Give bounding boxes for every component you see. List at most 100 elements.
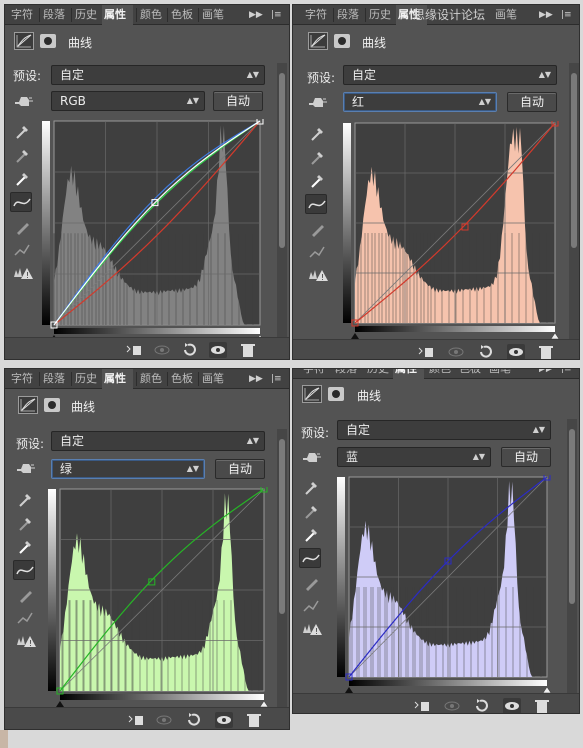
collapse-icon[interactable]: ▶▶ [249, 369, 263, 389]
curves-graph[interactable] [42, 119, 266, 341]
tool-edit-points[interactable] [13, 560, 35, 580]
panel-menu-icon[interactable]: |≡ [561, 5, 572, 25]
tool-gray-point[interactable] [14, 513, 36, 533]
tab-properties[interactable]: 属性 [393, 369, 424, 379]
tab-paragraph[interactable]: 段落 [333, 369, 359, 379]
panel-menu-icon[interactable]: |≡ [271, 5, 282, 25]
tool-pencil[interactable] [306, 219, 328, 239]
tab-paragraph[interactable]: 段落 [335, 5, 361, 25]
tab-swatches[interactable]: 色板 [169, 5, 195, 25]
view-previous-icon[interactable] [447, 344, 465, 360]
view-previous-icon[interactable] [155, 712, 173, 728]
collapse-icon[interactable]: ▶▶ [539, 369, 553, 379]
tab-color[interactable]: 颜色 [138, 369, 164, 389]
panel-menu-icon[interactable]: |≡ [561, 369, 572, 379]
auto-button[interactable]: 自动 [215, 459, 265, 479]
tool-smooth[interactable] [306, 242, 328, 262]
view-previous-icon[interactable] [443, 698, 461, 714]
tool-pencil[interactable] [14, 585, 36, 605]
tab-paragraph[interactable]: 段落 [41, 5, 67, 25]
channel-select[interactable]: 蓝 ▲▼ [337, 447, 491, 467]
tab-brush[interactable]: 画笔 [200, 5, 226, 25]
tab-paragraph[interactable]: 段落 [41, 369, 67, 389]
tab-characters[interactable]: 字符 [9, 5, 35, 25]
on-image-adjust-hand-icon[interactable] [15, 461, 37, 477]
layer-mask-icon[interactable] [44, 398, 60, 412]
channel-select[interactable]: 红 ▲▼ [343, 92, 497, 112]
clip-to-layer-icon[interactable] [417, 344, 435, 360]
tab-color[interactable]: 颜色 [427, 369, 453, 379]
curves-graph[interactable] [343, 121, 561, 339]
preset-select[interactable]: 自定 ▲▼ [337, 420, 551, 440]
tab-characters[interactable]: 字符 [9, 369, 35, 389]
tool-pencil[interactable] [11, 217, 33, 237]
preset-select[interactable]: 自定 ▲▼ [51, 431, 265, 451]
tool-clipping-warning[interactable]: ! [14, 632, 36, 652]
tab-characters[interactable]: 字符 [303, 5, 329, 25]
delete-icon[interactable] [245, 712, 263, 728]
panel-scrollbar[interactable] [277, 63, 287, 341]
clip-to-layer-icon[interactable] [127, 712, 145, 728]
tool-edit-points[interactable] [10, 192, 32, 212]
scrollbar-thumb[interactable] [279, 73, 285, 248]
tool-gray-point[interactable] [11, 145, 33, 165]
tool-black-point[interactable] [14, 489, 36, 509]
reset-icon[interactable] [473, 698, 491, 714]
tool-black-point[interactable] [300, 477, 322, 497]
channel-select[interactable]: 绿 ▲▼ [51, 459, 205, 479]
clip-to-layer-icon[interactable] [413, 698, 431, 714]
auto-button[interactable]: 自动 [501, 447, 551, 467]
layer-mask-icon[interactable] [328, 387, 344, 401]
on-image-adjust-hand-icon[interactable] [301, 450, 323, 466]
on-image-adjust-hand-icon[interactable] [13, 94, 35, 110]
tool-smooth[interactable] [14, 608, 36, 628]
tool-gray-point[interactable] [306, 147, 328, 167]
tool-black-point[interactable] [11, 121, 33, 141]
tab-brush[interactable]: 画笔 [493, 5, 519, 25]
delete-icon[interactable] [537, 344, 555, 360]
tool-smooth[interactable] [11, 240, 33, 260]
view-previous-icon[interactable] [153, 342, 171, 358]
auto-button[interactable]: 自动 [507, 92, 557, 112]
tool-white-point[interactable] [300, 524, 322, 544]
tab-swatches[interactable]: 色板 [169, 369, 195, 389]
curves-graph[interactable] [337, 475, 553, 693]
reset-icon[interactable] [185, 712, 203, 728]
panel-scrollbar[interactable] [567, 419, 577, 693]
tab-brush[interactable]: 画笔 [200, 369, 226, 389]
visibility-icon[interactable] [507, 344, 525, 360]
tab-color[interactable]: 颜色 [138, 5, 164, 25]
visibility-icon[interactable] [503, 698, 521, 714]
tool-edit-points[interactable] [299, 548, 321, 568]
layer-mask-icon[interactable] [40, 34, 56, 48]
delete-icon[interactable] [239, 342, 257, 358]
scrollbar-thumb[interactable] [571, 73, 577, 248]
scrollbar-thumb[interactable] [569, 429, 575, 604]
tool-clipping-warning[interactable]: ! [300, 620, 322, 640]
on-image-adjust-hand-icon[interactable] [307, 95, 329, 111]
tool-black-point[interactable] [306, 123, 328, 143]
scrollbar-thumb[interactable] [279, 439, 285, 614]
clip-to-layer-icon[interactable] [125, 342, 143, 358]
tool-pencil[interactable] [300, 573, 322, 593]
tool-white-point[interactable] [11, 168, 33, 188]
tab-history[interactable]: 历史 [73, 5, 99, 25]
reset-icon[interactable] [477, 344, 495, 360]
curves-graph[interactable] [48, 487, 270, 707]
delete-icon[interactable] [533, 698, 551, 714]
tab-history[interactable]: 历史 [367, 5, 393, 25]
channel-select[interactable]: RGB ▲▼ [51, 91, 205, 111]
collapse-icon[interactable]: ▶▶ [539, 5, 553, 25]
visibility-icon[interactable] [209, 342, 227, 358]
layer-mask-icon[interactable] [334, 34, 350, 48]
auto-button[interactable]: 自动 [213, 91, 263, 111]
tool-edit-points[interactable] [305, 194, 327, 214]
preset-select[interactable]: 自定 ▲▼ [343, 65, 557, 85]
tool-white-point[interactable] [14, 536, 36, 556]
tab-history[interactable]: 历史 [365, 369, 391, 379]
tool-gray-point[interactable] [300, 501, 322, 521]
preset-select[interactable]: 自定 ▲▼ [51, 65, 265, 85]
tab-brush[interactable]: 画笔 [487, 369, 513, 379]
tab-properties[interactable]: 属性 [102, 5, 133, 25]
collapse-icon[interactable]: ▶▶ [249, 5, 263, 25]
